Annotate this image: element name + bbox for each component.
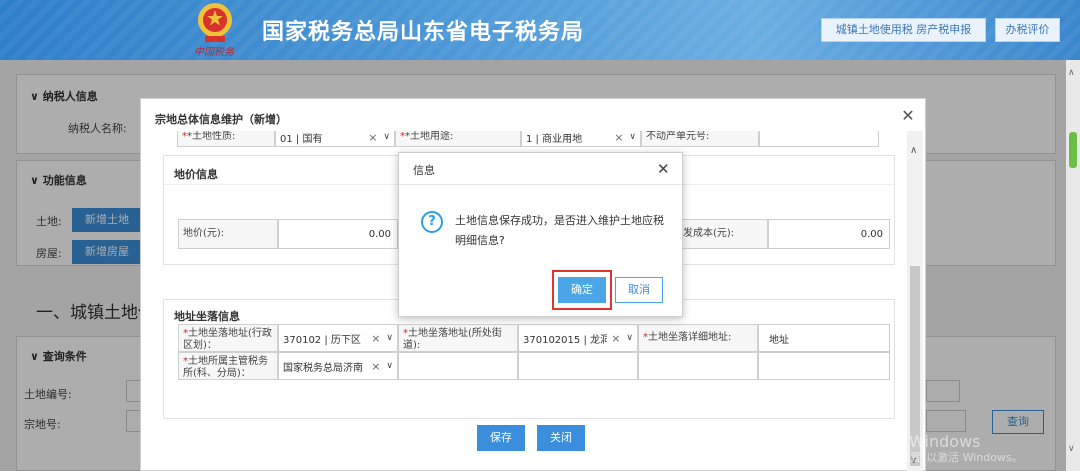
clear-icon[interactable]: × [371,360,380,373]
save-button[interactable]: 保存 [477,425,525,451]
land-use-label: **土地用途: [395,131,521,147]
cancel-button[interactable]: 取消 [615,277,663,303]
question-icon: ? [421,211,443,233]
close-button[interactable]: 关闭 [537,425,585,451]
empty-cell [758,352,890,380]
site-header: 中国税务 国家税务总局山东省电子税务局 城镇土地使用税 房产税申报 办税评价 [0,0,1080,60]
tax-evaluation-button[interactable]: 办税评价 [995,18,1060,42]
scroll-up-icon[interactable]: ∧ [910,145,917,156]
modal-close-icon[interactable]: ✕ [899,107,917,125]
price-input[interactable]: 0.00 [278,219,398,249]
admin-region-label: *土地坐落地址(行政区划)： [178,324,278,352]
price-label: 地价(元): [178,219,278,249]
empty-cell [518,352,638,380]
land-use-select[interactable]: 1 | 商业用地 × ∨ [521,131,641,147]
land-nature-select[interactable]: 01 | 国有 × ∨ [275,131,395,147]
street-label: *土地坐落地址(所处街道): [398,324,518,352]
dialog-close-icon[interactable]: ✕ [657,160,670,178]
chevron-down-icon[interactable]: ∨ [626,333,633,343]
chevron-down-icon[interactable]: ∨ [629,132,636,142]
scroll-down-icon[interactable]: ∨ [1068,444,1075,454]
street-select[interactable]: 370102015 | 龙洞 × ∨ [518,324,638,352]
empty-cell [398,352,518,380]
admin-region-select[interactable]: 370102 | 历下区 × ∨ [278,324,398,352]
address-section: 地址坐落信息 *土地坐落地址(行政区划)： 370102 | 历下区 × ∨ *土地… [163,299,895,419]
chevron-down-icon[interactable]: ∨ [383,132,390,142]
site-title: 国家税务总局山东省电子税务局 [262,20,585,45]
property-unit-input[interactable] [759,131,879,147]
detail-address-label: *土地坐落详细地址: [638,324,758,352]
clear-icon[interactable]: × [611,332,620,345]
emblem-signature: 中国税务 [194,47,234,58]
land-nature-label: **土地性质: [177,131,275,147]
empty-cell [638,352,758,380]
scroll-up-icon[interactable]: ∧ [1068,68,1075,78]
tax-office-label: *土地所属主管税务所(科、分局)： [178,352,278,380]
activation-watermark-hint: 转到"设置"以激活 Windows。 [872,451,1023,464]
detail-address-input[interactable]: 地址 [758,324,890,352]
property-unit-label: 不动产单元号: [641,131,759,147]
national-emblem-icon [198,3,232,42]
price-section-title: 地价信息 [174,168,218,181]
clear-icon[interactable]: × [614,131,623,144]
dialog-divider [399,184,682,185]
clear-icon[interactable]: × [371,332,380,345]
chevron-down-icon[interactable]: ∨ [386,361,393,371]
modal-scrollbar[interactable]: ∧ ∨ [907,131,923,471]
chevron-down-icon[interactable]: ∨ [386,333,393,343]
tax-declare-button[interactable]: 城镇土地使用税 房产税申报 [821,18,986,42]
modal-title: 宗地总体信息维护（新增） [155,113,287,126]
tax-office-select[interactable]: 国家税务总局济南 × ∨ [278,352,398,380]
dialog-message: 土地信息保存成功，是否进入维护土地应税明细信息? [455,214,664,247]
dev-cost-input[interactable]: 0.00 [768,219,890,249]
address-section-title: 地址坐落信息 [174,310,240,323]
dialog-title: 信息 [413,164,435,177]
page-scroll-thumb[interactable] [1069,132,1077,168]
page-scrollbar[interactable]: ∧ ∨ [1066,60,1080,471]
clear-icon[interactable]: × [368,131,377,144]
ok-button[interactable]: 确定 [558,277,606,303]
